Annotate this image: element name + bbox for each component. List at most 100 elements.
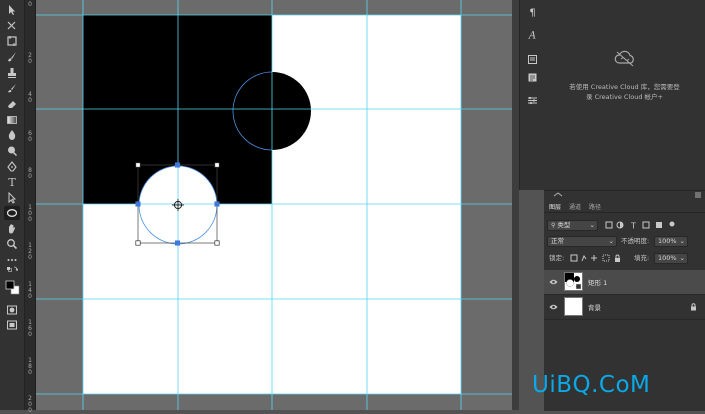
ruler-label: 2 0 [28,52,32,65]
ruler-label: 1 2 0 [28,242,32,261]
panel-menu-icon[interactable] [694,191,702,199]
ruler-label: 6 0 [28,130,32,143]
transform-handle[interactable] [214,162,220,168]
marquee-icon[interactable] [4,19,20,33]
lock-image-icon [581,254,587,262]
character-style-icon[interactable]: A [525,27,539,41]
transform-handle[interactable] [135,240,141,246]
ruler-label: 1 4 0 [28,281,32,300]
vertical-ruler[interactable]: 0 2 0 4 0 6 0 8 0 1 0 0 1 2 0 1 4 0 1 6 0 1 8 0 2 … [25,0,36,414]
filter-kind-label: 类型 [557,221,571,229]
svg-text:T: T [8,176,16,188]
visibility-eye-icon[interactable] [549,278,558,286]
layer-row-shape[interactable]: 矩形 1 [544,270,705,295]
chevron-down-icon: ⌄ [679,254,685,262]
transform-handle[interactable] [214,240,220,246]
fill-value: 100% [658,254,677,262]
layer-filter-select[interactable]: ⚲ 类型 ⌄ [547,220,598,231]
document-canvas[interactable] [36,0,512,410]
layers-tabs: 图层 通道 路径 [544,200,705,213]
crop-icon[interactable] [4,34,20,48]
ruler-label: 1 8 0 [28,357,32,376]
dodge-icon[interactable] [4,144,20,158]
ruler-label: 2 0 0 [28,395,32,414]
lock-options[interactable] [570,254,630,263]
ruler-label: 8 0 [28,167,32,180]
layer-name[interactable]: 矩形 1 [588,277,607,287]
opacity-value: 100% [658,237,677,245]
blend-mode-label: 正常 [551,237,564,245]
transform-handle[interactable] [135,162,141,168]
chevron-down-icon: ⌄ [608,237,614,245]
chevron-down-icon: ⌄ [679,237,685,245]
lock-all-icon [615,258,620,262]
swatches-icon[interactable] [4,278,20,298]
tab-channels[interactable]: 通道 [569,202,581,211]
fill-label: 填充: [634,254,650,262]
lock-artboard-icon [602,254,610,262]
chevron-down-icon: ⌄ [589,221,595,229]
visibility-eye-icon[interactable] [549,303,558,311]
pen-icon[interactable] [4,160,20,174]
type-filter-icon: T [630,222,636,231]
hand-icon[interactable] [4,222,20,236]
blend-mode-select[interactable]: 正常 ⌄ [547,236,617,247]
move-icon[interactable] [4,3,20,17]
tab-layers[interactable]: 图层 [549,202,561,211]
layer-thumbnail [564,297,583,316]
tools-panel: T [0,0,25,410]
library-login-message: 若使用 Creative Cloud 库，您需要登 录 Creative Clo… [569,83,680,101]
panel-collapse-icon[interactable] [553,191,563,199]
swap-icon[interactable] [4,266,20,276]
panel-divider [512,0,519,410]
libraries-panel: 若使用 Creative Cloud 库，您需要登 录 Creative Clo… [544,0,705,190]
ruler-label: 1 6 0 [28,319,32,338]
fill-field[interactable]: 100% ⌄ [654,253,688,264]
lock-transparent-icon [570,254,578,262]
lock-position-icon [591,255,597,261]
type-icon[interactable]: T [4,175,20,189]
layer-thumbnail [564,272,583,291]
lock-label: 锁定: [549,254,565,262]
layer-row-background[interactable]: 背景 [544,295,705,320]
shape-filter-icon [642,221,650,229]
opacity-field[interactable]: 100% ⌄ [654,236,688,247]
library-icon[interactable] [525,52,539,66]
zoom-icon[interactable] [4,237,20,251]
brush-icon[interactable] [4,50,20,64]
gradient-icon[interactable] [4,113,20,127]
lock-icon [691,303,696,311]
svg-text:A: A [527,30,535,40]
opacity-label: 不透明度: [621,237,650,245]
tab-paths[interactable]: 路径 [589,202,601,211]
stamp-icon[interactable] [4,66,20,80]
ruler-label: 1 0 0 [28,204,32,223]
ruler-label: 0 [28,1,32,8]
paragraph-icon[interactable]: ¶ [525,4,539,18]
pixel-filter-icon [605,221,613,229]
smart-object-filter-icon [656,222,662,228]
canvas-area[interactable] [36,0,512,410]
eraser-icon[interactable] [4,97,20,111]
screen-mode-icon[interactable] [4,318,20,332]
ellipse-icon[interactable] [4,206,20,220]
quick-mask-icon[interactable] [4,303,20,317]
transform-handle[interactable] [135,201,141,207]
arrow-icon[interactable] [4,191,20,205]
transform-handle[interactable] [174,240,181,246]
svg-text:¶: ¶ [529,7,535,17]
creative-cloud-icon [614,50,634,67]
watermark: UiBQ.CoM [532,372,651,398]
layer-filter-icons: T [605,221,675,231]
history-brush-icon[interactable] [4,81,20,95]
transform-handle[interactable] [214,201,220,207]
ruler-label: 4 0 [28,91,32,104]
transform-handle[interactable] [174,162,181,168]
adjustments-icon[interactable] [525,93,539,107]
notes-icon[interactable] [525,70,539,84]
foreground-color-swatch [5,280,15,290]
blur-icon[interactable] [4,128,20,142]
layer-name[interactable]: 背景 [588,302,601,312]
collapsed-panels: ¶ A [519,0,545,190]
filter-toggle-icon [669,221,675,227]
